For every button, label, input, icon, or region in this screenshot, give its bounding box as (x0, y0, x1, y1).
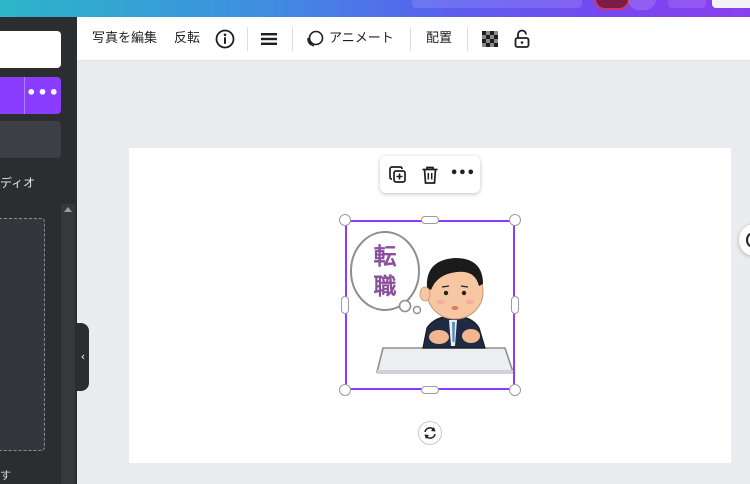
trash-icon[interactable] (419, 164, 441, 186)
resize-handle-bottom[interactable] (421, 386, 439, 394)
edit-photo-button[interactable]: 写真を編集 (92, 17, 157, 61)
lock-icon[interactable] (511, 28, 533, 50)
transparency-checker-icon[interactable] (479, 28, 501, 50)
resize-handle-top-left[interactable] (339, 214, 351, 226)
scroll-up-arrow-icon[interactable] (64, 207, 72, 212)
header-button[interactable] (668, 0, 706, 8)
animate-icon[interactable] (304, 28, 326, 50)
resize-handle-bottom-left[interactable] (339, 384, 351, 396)
animate-button[interactable]: アニメート (329, 17, 394, 61)
tab-audio[interactable]: ディオ (0, 174, 35, 191)
panel-scrollbar[interactable] (61, 204, 75, 484)
toolbar-divider (410, 27, 411, 51)
collapse-panel-handle[interactable]: ‹ (77, 323, 89, 391)
toolbar-divider (292, 27, 293, 51)
upload-drop-zone[interactable] (0, 218, 45, 451)
flip-button[interactable]: 反転 (174, 17, 200, 61)
rotate-icon (424, 427, 436, 439)
resize-handle-bottom-right[interactable] (509, 384, 521, 396)
top-header-strip (0, 0, 750, 17)
more-options-button[interactable]: ••• (450, 162, 475, 186)
resize-handle-left[interactable] (341, 296, 349, 314)
user-avatar[interactable] (594, 0, 630, 10)
resize-handle-top-right[interactable] (509, 214, 521, 226)
collaborator-avatar[interactable] (628, 0, 656, 10)
resize-handle-top[interactable] (421, 216, 439, 224)
left-side-panel: ••• ディオ す (0, 17, 77, 484)
toolbar-divider (247, 27, 248, 51)
selection-frame (345, 220, 515, 390)
upload-more-button[interactable]: ••• (24, 77, 61, 114)
menu-lines-icon[interactable] (258, 28, 280, 50)
position-button[interactable]: 配置 (426, 17, 452, 61)
side-assistant-button[interactable] (739, 224, 750, 256)
panel-search-input[interactable] (0, 31, 61, 68)
duplicate-icon[interactable] (387, 164, 409, 186)
panel-footer-text: す (0, 469, 11, 482)
editor-toolbar: 写真を編集 反転 アニメート 配置 (77, 17, 750, 61)
element-context-toolbar: ••• (380, 156, 480, 193)
record-button[interactable] (0, 121, 61, 158)
info-icon[interactable] (214, 28, 236, 50)
share-button[interactable] (712, 0, 750, 8)
resize-handle-right[interactable] (511, 296, 519, 314)
upload-button[interactable]: ••• (0, 77, 61, 114)
toolbar-divider (467, 27, 468, 51)
header-search-pill[interactable] (412, 0, 582, 8)
rotate-handle[interactable] (418, 421, 442, 445)
assistant-icon (746, 232, 750, 248)
